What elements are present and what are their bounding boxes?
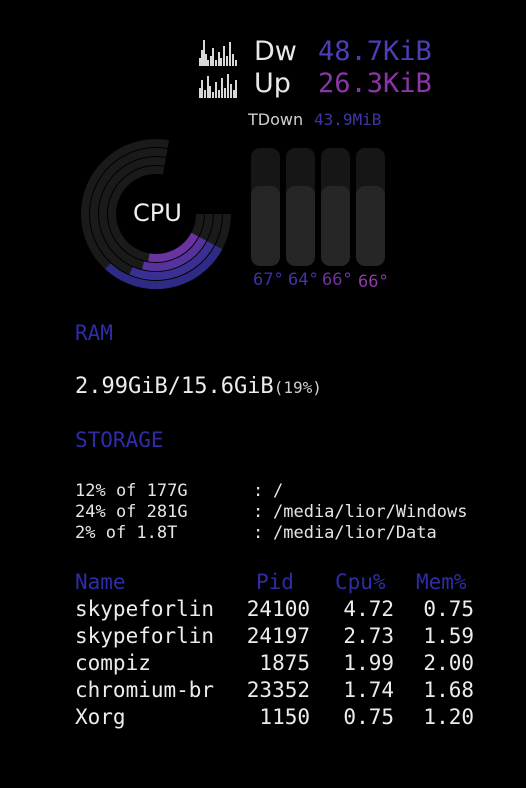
proc-cpu: 2.73 [343, 624, 394, 648]
proc-header-name: Name [75, 570, 126, 594]
proc-name: skypeforlin [75, 624, 215, 648]
proc-cpu: 1.99 [343, 651, 394, 675]
storage-usage: 24% of 281G [75, 502, 188, 522]
proc-name: compiz [75, 651, 151, 675]
proc-pid: 1875 [259, 651, 310, 675]
storage-mount: /media/lior/Windows [273, 502, 468, 522]
proc-header-cpu: Cpu% [335, 570, 386, 594]
proc-pid: 23352 [246, 678, 310, 702]
storage-title: STORAGE [75, 428, 164, 452]
proc-pid: 24197 [246, 624, 310, 648]
temp-value-core-3: 66° [322, 270, 353, 290]
proc-mem: 2.00 [423, 651, 474, 675]
storage-usage: 12% of 177G [75, 481, 188, 501]
proc-pid: 1150 [259, 705, 310, 729]
proc-mem: 1.68 [423, 678, 474, 702]
proc-name: chromium-br [75, 678, 215, 702]
upload-graph-icon [199, 74, 237, 98]
temp-bar-fill [321, 186, 350, 266]
download-label: Dw [254, 36, 297, 67]
temp-bar-fill [356, 186, 385, 266]
temp-bar-core-1 [251, 148, 280, 266]
storage-mount: /media/lior/Data [273, 523, 437, 543]
storage-usage: 2% of 1.8T [75, 523, 178, 543]
storage-separator: : [253, 502, 264, 522]
storage-separator: : [253, 523, 264, 543]
temp-bar-core-3 [321, 148, 350, 266]
proc-pid: 24100 [246, 597, 310, 621]
ram-percent: (19%) [273, 378, 322, 397]
cpu-label: CPU [133, 199, 182, 227]
proc-cpu: 1.74 [343, 678, 394, 702]
storage-mount: / [273, 481, 284, 501]
ram-title: RAM [75, 321, 113, 345]
temp-value-core-4: 66° [358, 272, 389, 292]
temp-value-core-2: 64° [288, 270, 319, 290]
temp-value-core-1: 67° [253, 270, 284, 290]
proc-name: Xorg [75, 705, 126, 729]
total-download-value: 43.9MiB [314, 110, 382, 129]
proc-cpu: 4.72 [343, 597, 394, 621]
upload-value: 26.3KiB [318, 68, 432, 99]
temp-bar-core-2 [286, 148, 315, 266]
storage-separator: : [253, 481, 264, 501]
proc-name: skypeforlin [75, 597, 215, 621]
ram-usage: 2.99GiB/15.6GiB(19%) [75, 374, 322, 399]
temp-bar-fill [286, 186, 315, 266]
temp-bar-core-4 [356, 148, 385, 266]
temp-bar-fill [251, 186, 280, 266]
proc-mem: 1.59 [423, 624, 474, 648]
proc-mem: 0.75 [423, 597, 474, 621]
proc-mem: 1.20 [423, 705, 474, 729]
download-value: 48.7KiB [318, 36, 432, 67]
download-graph-icon [199, 40, 237, 66]
proc-header-mem: Mem% [416, 570, 467, 594]
total-download-label: TDown [248, 110, 304, 129]
upload-label: Up [254, 68, 291, 99]
ram-value: 2.99GiB/15.6GiB [75, 374, 274, 399]
proc-header-pid: Pid [256, 570, 294, 594]
proc-cpu: 0.75 [343, 705, 394, 729]
